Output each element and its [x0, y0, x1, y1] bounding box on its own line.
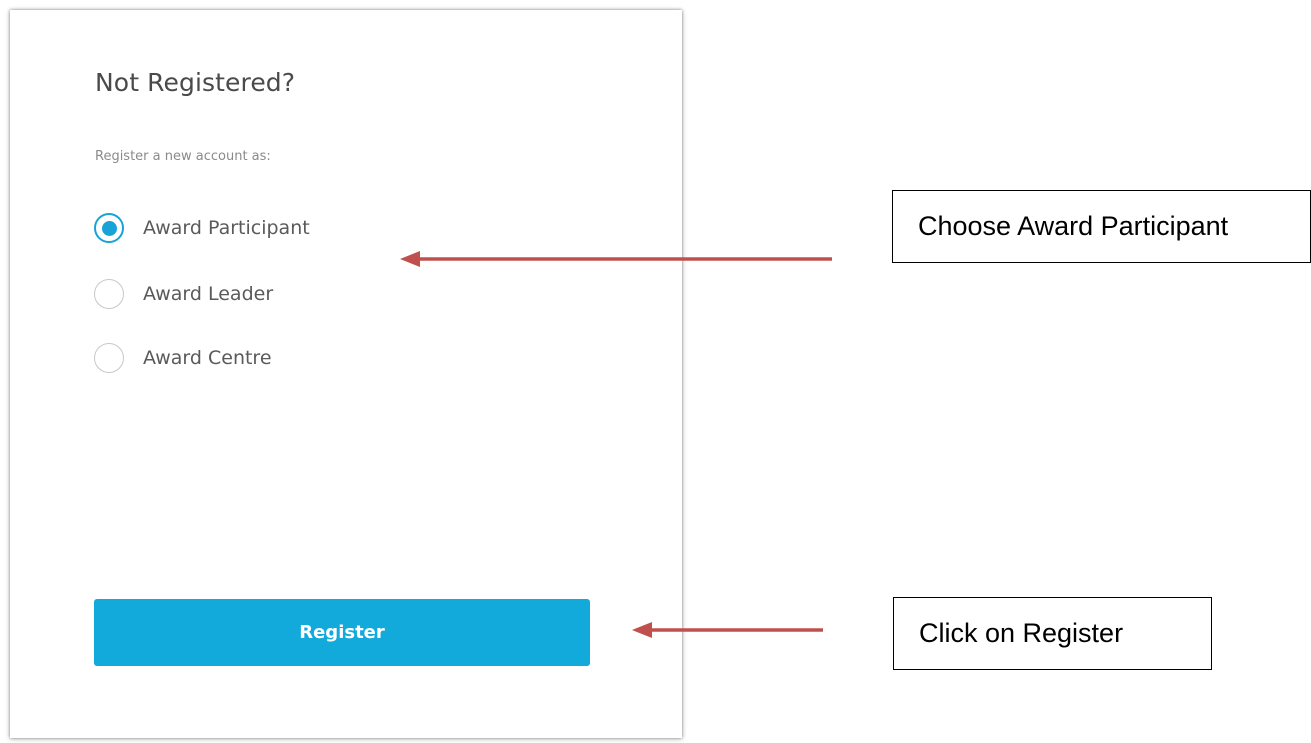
option-award-centre[interactable]: Award Centre [94, 343, 272, 373]
page-title: Not Registered? [95, 68, 296, 97]
register-button[interactable]: Register [94, 599, 590, 666]
option-label: Award Centre [143, 347, 272, 369]
callout-text: Click on Register [919, 618, 1124, 648]
callout-choose-participant: Choose Award Participant [892, 190, 1311, 263]
option-label: Award Leader [143, 283, 274, 305]
option-label: Award Participant [143, 217, 310, 239]
radio-award-centre[interactable] [94, 343, 124, 373]
option-award-leader[interactable]: Award Leader [94, 279, 273, 309]
callout-click-register: Click on Register [893, 597, 1212, 670]
option-award-participant[interactable]: Award Participant [94, 213, 310, 243]
screenshot-stage: Not Registered? Register a new account a… [0, 0, 1311, 743]
radio-award-participant[interactable] [94, 213, 124, 243]
callout-text: Choose Award Participant [918, 211, 1229, 241]
registration-card: Not Registered? Register a new account a… [10, 10, 682, 738]
radio-award-leader[interactable] [94, 279, 124, 309]
register-subtitle: Register a new account as: [95, 149, 271, 164]
